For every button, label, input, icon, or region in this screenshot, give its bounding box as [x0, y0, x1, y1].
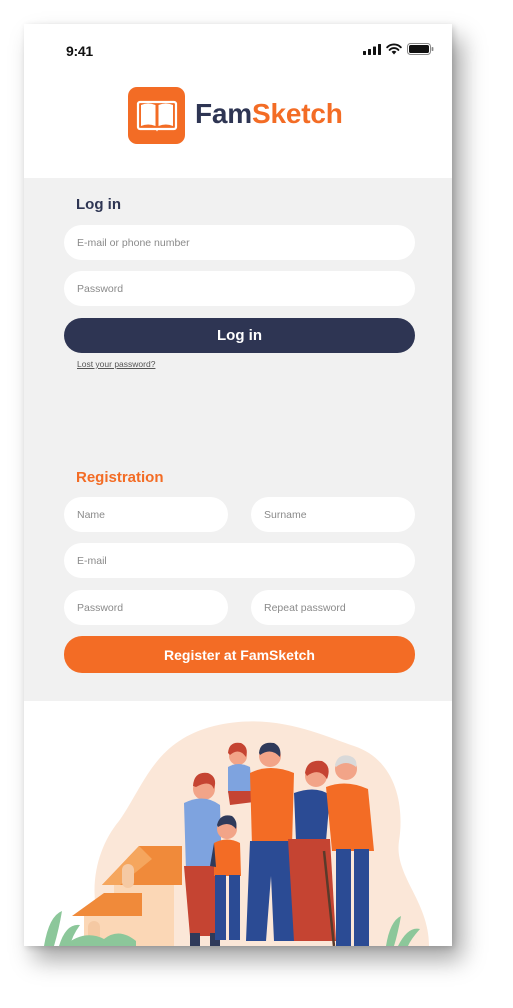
registration-email-input[interactable]	[64, 543, 415, 578]
brand-name: FamSketch	[195, 98, 343, 130]
brand-name-part1: Fam	[195, 98, 252, 129]
login-email-input[interactable]	[64, 225, 415, 260]
brand-name-part2: Sketch	[251, 98, 343, 129]
lost-password-link[interactable]: Lost your password?	[77, 359, 155, 369]
family-illustration	[44, 721, 429, 946]
name-input[interactable]	[64, 497, 228, 532]
surname-input[interactable]	[251, 497, 415, 532]
phone-screen: 9:41 FamSketch Log in E-mail or phone nu…	[24, 24, 452, 946]
form-area: Log in Log in Lost your password? Regist…	[24, 178, 452, 701]
login-title: Log in	[76, 196, 121, 213]
wifi-icon	[386, 43, 402, 55]
repeat-password-input[interactable]	[251, 590, 415, 625]
register-button[interactable]: Register at FamSketch	[64, 636, 415, 673]
status-icons	[363, 43, 434, 55]
registration-title: Registration	[76, 469, 164, 486]
login-button[interactable]: Log in	[64, 318, 415, 353]
app-header: FamSketch	[24, 84, 452, 178]
registration-password-input[interactable]	[64, 590, 228, 625]
login-password-input[interactable]	[64, 271, 415, 306]
signal-icon	[363, 43, 381, 55]
status-time: 9:41	[66, 43, 93, 59]
book-logo-icon	[128, 87, 185, 144]
battery-icon	[407, 43, 434, 55]
